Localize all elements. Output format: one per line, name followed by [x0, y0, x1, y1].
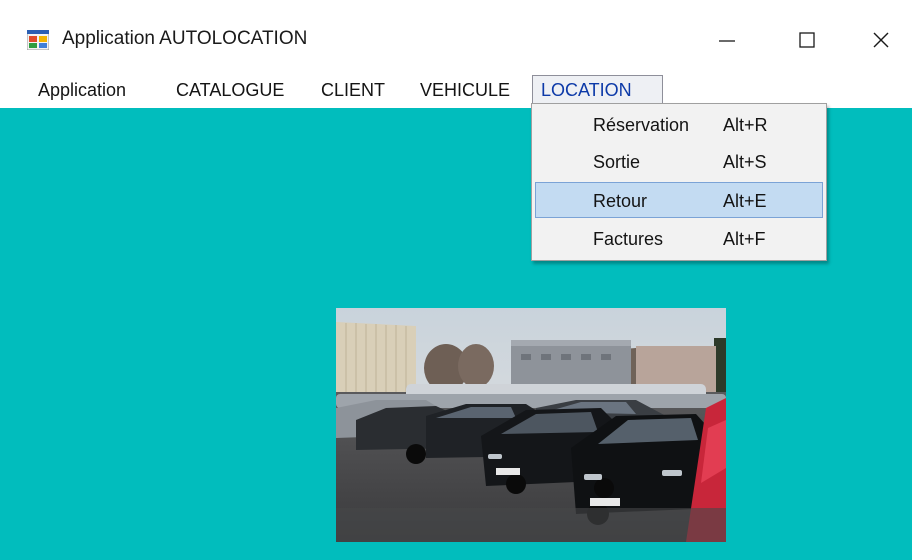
menu-client[interactable]: CLIENT: [313, 75, 393, 105]
menu-item-shortcut: Alt+R: [723, 115, 768, 135]
maximize-button[interactable]: [784, 18, 830, 62]
menu-application[interactable]: Application: [30, 75, 134, 105]
menu-item-factures[interactable]: Factures Alt+F: [535, 221, 823, 257]
menu-item-label: Factures: [593, 229, 664, 249]
menu-item-label: Sortie: [593, 152, 641, 172]
menu-item-retour[interactable]: Retour Alt+E: [535, 182, 823, 218]
menu-item-shortcut: Alt+E: [723, 191, 767, 211]
minimize-icon: [717, 30, 737, 50]
minimize-button[interactable]: [704, 18, 750, 62]
car-lot-photo: [336, 308, 726, 542]
menu-item-reservation[interactable]: Réservation Alt+R: [535, 107, 823, 143]
maximize-icon: [797, 30, 817, 50]
menu-item-label: Réservation: [593, 115, 690, 135]
windows-form-icon: [26, 29, 50, 51]
title-bar[interactable]: Application AUTOLOCATION: [0, 0, 912, 72]
menu-item-shortcut: Alt+F: [723, 229, 766, 249]
menu-location[interactable]: LOCATION: [532, 75, 663, 106]
application-window: Application AUTOLOCATION Application CAT…: [0, 0, 912, 560]
close-button[interactable]: [858, 18, 904, 62]
menu-catalogue[interactable]: CATALOGUE: [168, 75, 292, 105]
close-icon: [871, 30, 891, 50]
window-title: Application AUTOLOCATION: [62, 28, 308, 49]
menu-vehicule[interactable]: VEHICULE: [412, 75, 518, 105]
menu-item-shortcut: Alt+S: [723, 152, 767, 172]
menu-item-label: Retour: [593, 191, 648, 211]
menu-item-sortie[interactable]: Sortie Alt+S: [535, 144, 823, 180]
location-dropdown-menu: Réservation Alt+R Sortie Alt+S Retour Al…: [531, 103, 827, 261]
